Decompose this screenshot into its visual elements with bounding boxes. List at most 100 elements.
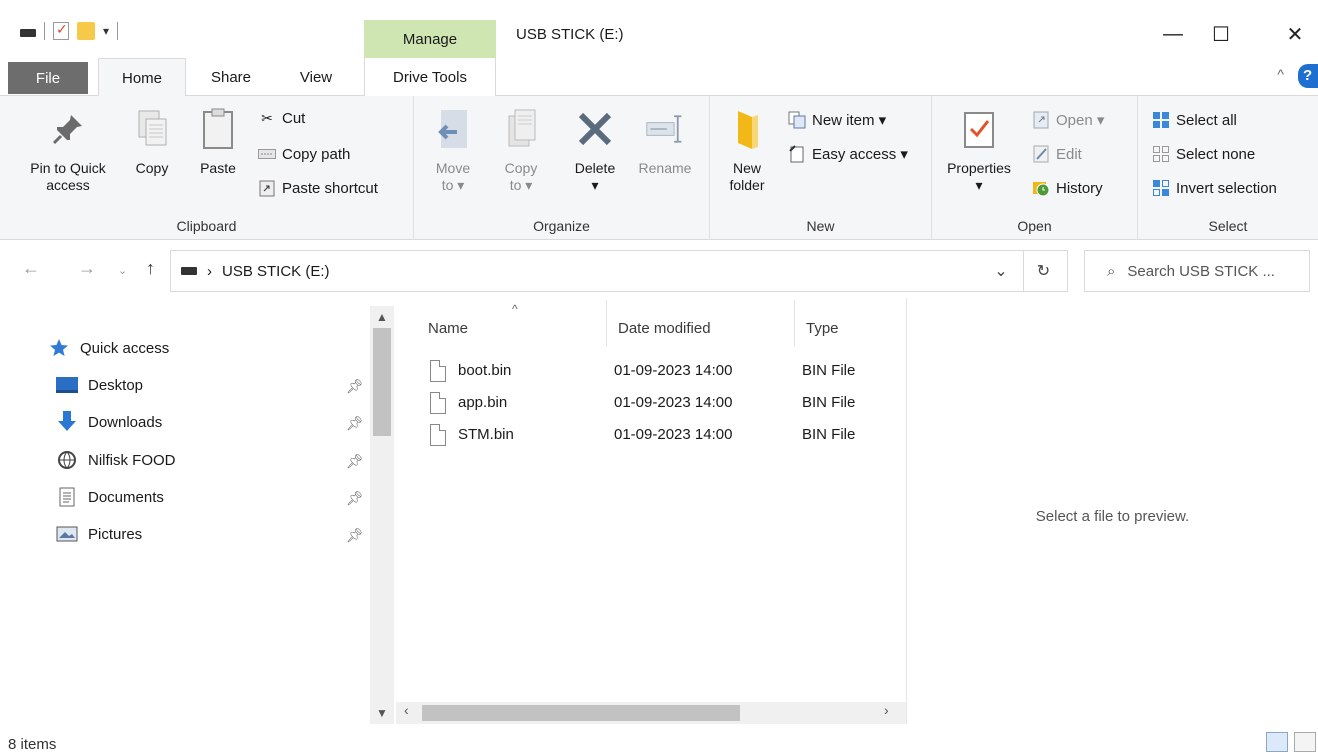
tab-share[interactable]: Share xyxy=(196,58,266,96)
copy-path-button[interactable]: Copy path xyxy=(258,142,350,166)
paste-shortcut-button[interactable]: Paste shortcut xyxy=(258,176,378,200)
pin-icon[interactable]: 📌︎ xyxy=(346,378,364,395)
network-folder-icon xyxy=(56,449,78,471)
nav-item-pictures[interactable]: Pictures xyxy=(56,520,142,548)
details-view-icon[interactable] xyxy=(1266,732,1288,752)
collapse-ribbon-icon[interactable]: ^ xyxy=(1277,66,1284,82)
organize-group: Move to ▾ Copy to ▾ Delete ▾ Rename Orga… xyxy=(414,96,710,240)
nav-item-nilfisk-food[interactable]: Nilfisk FOOD xyxy=(56,446,176,474)
pin-icon xyxy=(48,104,88,154)
tab-drive-tools[interactable]: Drive Tools xyxy=(364,58,496,96)
file-type: BIN File xyxy=(802,362,856,379)
edit-button[interactable]: Edit xyxy=(1032,142,1082,166)
history-icon xyxy=(1032,179,1050,197)
select-none-button[interactable]: Select none xyxy=(1152,142,1255,166)
scroll-left-icon[interactable]: ‹ xyxy=(404,702,409,718)
nav-item-documents[interactable]: Documents xyxy=(56,483,164,511)
column-divider[interactable] xyxy=(606,300,607,346)
address-dropdown-icon[interactable]: ⌄ xyxy=(981,251,1021,291)
file-name: boot.bin xyxy=(458,362,512,379)
customize-toolbar-icon[interactable]: ▾ xyxy=(103,24,109,38)
select-none-label: Select none xyxy=(1176,145,1256,163)
open-button[interactable]: Open ▾ xyxy=(1032,108,1104,132)
history-button[interactable]: History xyxy=(1032,176,1103,200)
nav-item-desktop[interactable]: Desktop xyxy=(56,371,143,399)
select-all-label: Select all xyxy=(1176,111,1237,129)
drive-icon[interactable] xyxy=(20,29,36,37)
minimize-button[interactable]: — xyxy=(1150,20,1196,48)
nav-item-label: Documents xyxy=(88,488,164,506)
new-folder-icon[interactable] xyxy=(77,22,95,40)
nav-quick-access[interactable]: Quick access xyxy=(48,334,169,362)
scroll-down-icon[interactable]: ▼ xyxy=(370,706,394,720)
scrollbar-thumb[interactable] xyxy=(373,328,391,436)
breadcrumb-separator[interactable]: › xyxy=(207,263,212,280)
move-to-button[interactable]: Move to ▾ xyxy=(428,104,478,194)
maximize-button[interactable]: ☐ xyxy=(1198,20,1244,48)
select-all-button[interactable]: Select all xyxy=(1152,108,1237,132)
tab-view[interactable]: View xyxy=(278,58,354,96)
delete-button[interactable]: Delete ▾ xyxy=(566,104,624,194)
column-header-date-modified[interactable]: Date modified xyxy=(618,310,711,346)
delete-dropdown-arrow[interactable]: ▾ xyxy=(591,177,598,194)
item-count: 8 items xyxy=(8,736,57,753)
file-name: app.bin xyxy=(458,394,508,411)
delete-icon xyxy=(575,104,615,154)
file-row[interactable]: app.bin 01-09-2023 14:00 BIN File xyxy=(412,388,902,420)
nav-item-label: Downloads xyxy=(88,413,163,431)
breadcrumb-usb-stick[interactable]: USB STICK (E:) xyxy=(222,263,330,280)
toolbar-separator xyxy=(44,22,45,40)
column-header-type[interactable]: Type xyxy=(806,310,839,346)
new-item-button[interactable]: New item ▾ xyxy=(788,108,886,132)
quick-access-toolbar: ▾ xyxy=(20,21,119,40)
close-button[interactable]: ✕ xyxy=(1272,20,1318,48)
pin-to-quick-access-button[interactable]: Pin to Quick access xyxy=(18,104,118,194)
help-icon[interactable]: ? xyxy=(1298,64,1318,88)
file-row[interactable]: STM.bin 01-09-2023 14:00 BIN File xyxy=(412,420,902,452)
back-arrow-icon[interactable]: ← xyxy=(22,258,40,279)
desktop-icon xyxy=(56,374,78,396)
tab-home[interactable]: Home xyxy=(98,58,186,97)
tab-file[interactable]: File xyxy=(8,62,88,94)
pin-icon[interactable]: 📌︎ xyxy=(346,527,364,544)
scroll-right-icon[interactable]: › xyxy=(884,702,889,718)
cut-label: Cut xyxy=(282,109,306,127)
file-date: 01-09-2023 14:00 xyxy=(614,362,733,379)
scroll-up-icon[interactable]: ▲ xyxy=(370,310,394,324)
nav-pane-scrollbar[interactable]: ▲ ▼ xyxy=(370,306,394,724)
paste-shortcut-label: Paste shortcut xyxy=(282,179,378,197)
refresh-icon[interactable]: ↻ xyxy=(1023,251,1063,291)
pin-icon[interactable]: 📌︎ xyxy=(346,453,364,470)
pin-icon[interactable]: 📌︎ xyxy=(346,490,364,507)
cut-button[interactable]: ✂ Cut xyxy=(258,106,305,130)
tab-manage[interactable]: Manage xyxy=(364,20,496,58)
documents-icon xyxy=(56,486,78,508)
large-icons-view-icon[interactable] xyxy=(1294,732,1316,752)
downloads-icon xyxy=(56,411,78,433)
copy-to-button[interactable]: Copy to ▾ xyxy=(496,104,546,194)
pin-icon[interactable]: 📌︎ xyxy=(346,415,364,432)
invert-selection-button[interactable]: Invert selection xyxy=(1152,176,1277,200)
file-icon xyxy=(430,360,446,382)
rename-button[interactable]: Rename xyxy=(632,104,698,177)
address-bar[interactable]: › USB STICK (E:) ⌄ ↻ xyxy=(170,250,1068,292)
new-folder-button[interactable]: New folder xyxy=(722,104,772,194)
column-divider[interactable] xyxy=(794,300,795,346)
nav-item-downloads[interactable]: Downloads xyxy=(56,408,162,436)
file-row[interactable]: boot.bin 01-09-2023 14:00 BIN File xyxy=(412,356,902,388)
forward-arrow-icon[interactable]: → xyxy=(78,258,96,279)
properties-button[interactable]: Properties ▾ xyxy=(942,104,1016,194)
copy-button[interactable]: Copy xyxy=(130,104,174,177)
paste-button[interactable]: Paste xyxy=(194,104,242,177)
search-box[interactable]: ⌕ Search USB STICK ... xyxy=(1084,250,1310,292)
up-arrow-icon[interactable]: ↑ xyxy=(146,258,155,279)
recent-locations-icon[interactable]: ⌄ xyxy=(118,264,127,277)
easy-access-button[interactable]: Easy access ▾ xyxy=(788,142,908,166)
scrollbar-thumb[interactable] xyxy=(422,705,740,721)
open-group: Properties ▾ Open ▾ Edit History Open xyxy=(932,96,1138,240)
properties-dropdown-arrow[interactable]: ▾ xyxy=(975,177,982,194)
invert-selection-icon xyxy=(1152,179,1170,197)
file-list-horizontal-scrollbar[interactable]: ‹ › xyxy=(396,702,906,724)
column-header-name[interactable]: Name xyxy=(428,310,468,346)
properties-icon[interactable] xyxy=(53,21,69,40)
